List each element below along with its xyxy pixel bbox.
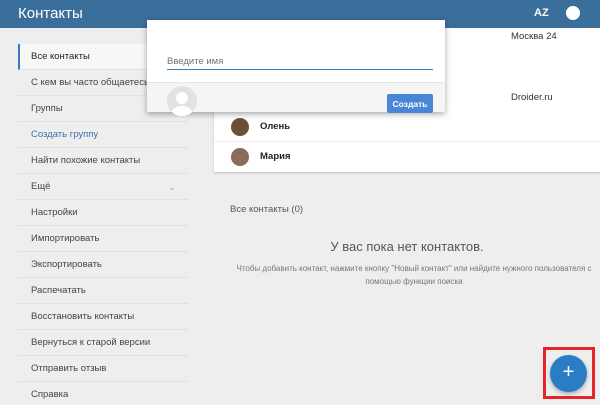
sidebar-item-old-version[interactable]: Вернуться к старой версии (18, 330, 188, 356)
sidebar-item-find-duplicates[interactable]: Найти похожие контакты (18, 148, 188, 174)
sidebar-item-restore[interactable]: Восстановить контакты (18, 304, 188, 330)
empty-headline: У вас пока нет контактов. (330, 239, 484, 254)
sidebar-item-more[interactable]: Ещё ⌄ (18, 174, 188, 200)
sort-az-icon[interactable]: AZ (534, 7, 550, 21)
avatar (231, 118, 249, 136)
contact-row[interactable]: Мария (214, 142, 600, 172)
contact-name: Олень (260, 121, 291, 132)
sidebar-item-import[interactable]: Импортировать (18, 226, 188, 252)
sidebar-item-print[interactable]: Распечатать (18, 278, 188, 304)
sidebar-item-settings[interactable]: Настройки (18, 200, 188, 226)
empty-hint: Чтобы добавить контакт, нажмите кнопку "… (236, 264, 592, 286)
contact-name: Мария (260, 151, 291, 162)
page-title: Контакты (18, 5, 83, 22)
sidebar-item-export[interactable]: Экспортировать (18, 252, 188, 278)
name-input[interactable] (167, 54, 433, 70)
sidebar-item-feedback[interactable]: Отправить отзыв (18, 356, 188, 382)
avatar-placeholder-icon[interactable] (167, 86, 197, 116)
contact-organization: Droider.ru (511, 92, 553, 103)
section-title: Все контакты (0) (230, 204, 304, 215)
create-button[interactable]: Создать (387, 94, 433, 113)
avatar (231, 148, 249, 166)
sidebar-item-help[interactable]: Справка (18, 382, 188, 405)
contact-row[interactable]: Олень (214, 112, 600, 142)
new-contact-dialog: Создать (147, 20, 445, 116)
contact-organization: Москва 24 (511, 31, 557, 42)
hangouts-icon[interactable] (566, 6, 580, 20)
sidebar-item-create-group[interactable]: Создать группу (18, 122, 188, 148)
chevron-down-icon: ⌄ (168, 182, 176, 192)
add-contact-button[interactable]: + (550, 355, 587, 392)
